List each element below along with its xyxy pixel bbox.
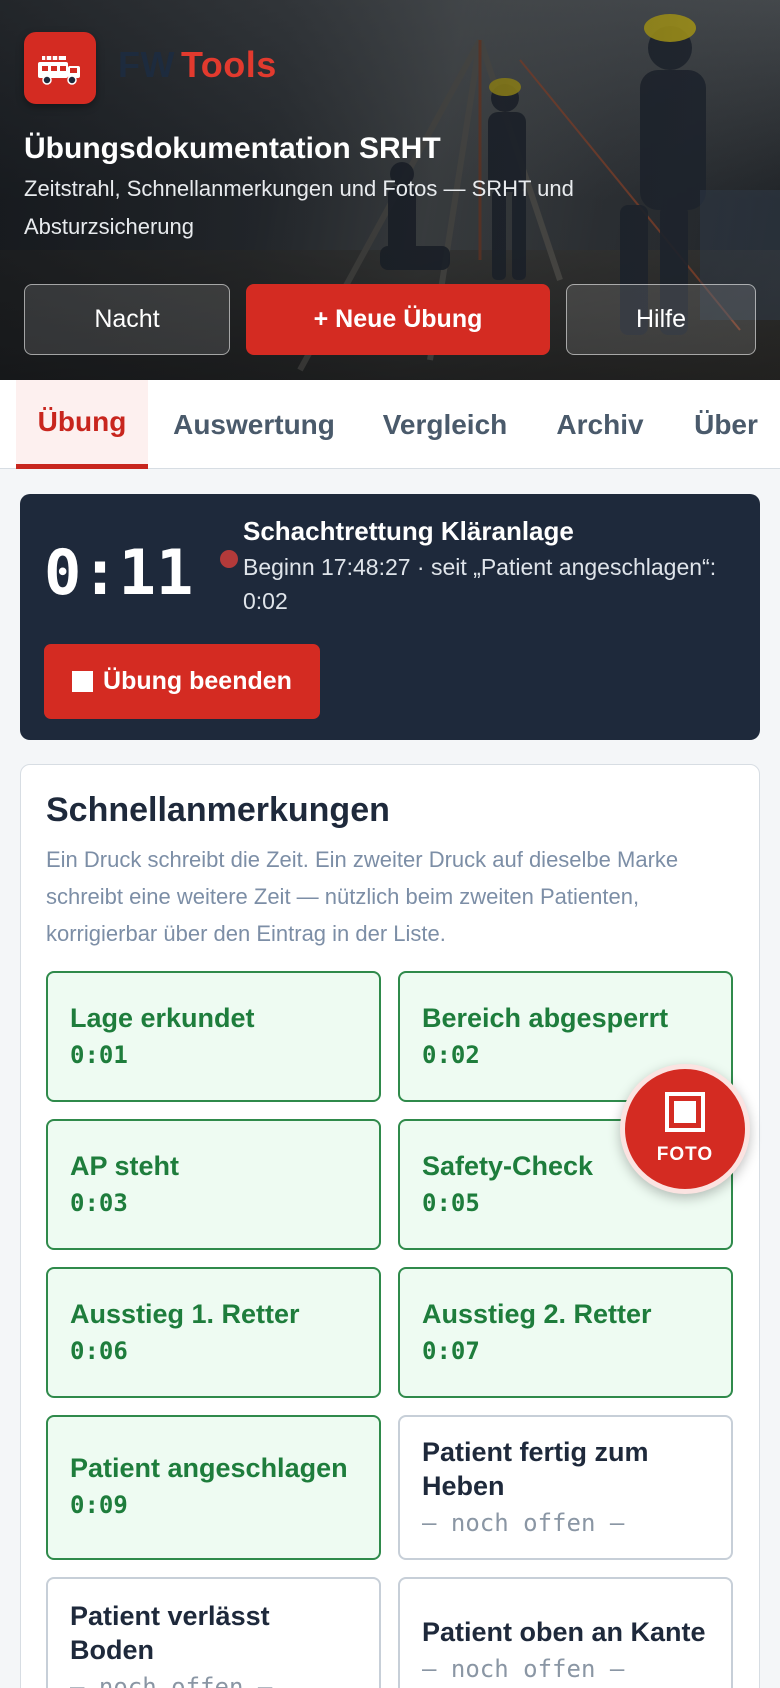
end-exercise-label: Übung beenden xyxy=(103,667,292,695)
quick-note-label: Patient fertig zum Heben xyxy=(422,1437,649,1501)
end-exercise-button[interactable]: Übung beenden xyxy=(44,644,320,719)
page-title: Übungsdokumentation SRHT xyxy=(24,132,441,165)
quick-note-time: 0:01 xyxy=(70,1041,128,1069)
quick-note-time: — noch offen — xyxy=(70,1673,273,1688)
tab-archiv[interactable]: Archiv xyxy=(548,380,652,469)
quick-note-time: — noch offen — xyxy=(422,1655,625,1683)
photo-fab-label: FOTO xyxy=(656,1144,714,1165)
page-subtitle: Zeitstrahl, Schnellanmerkungen und Fotos… xyxy=(24,176,574,239)
quick-note-item[interactable]: Patient angeschlagen 0:09 xyxy=(46,1415,381,1560)
quick-note-item[interactable]: Patient oben an Kante — noch offen — xyxy=(398,1577,733,1688)
stop-icon xyxy=(72,671,94,692)
quick-note-label: Bereich abgesperrt xyxy=(422,1003,669,1033)
hero-banner: FW Tools Übungsdokumentation SRHT Zeitstr… xyxy=(0,0,780,380)
fire-truck-logo-icon[interactable] xyxy=(24,32,96,104)
tab-vergleich[interactable]: Vergleich xyxy=(370,380,520,469)
app-brand: FW Tools xyxy=(118,44,277,86)
elapsed-timer: 0:11 xyxy=(44,536,194,609)
quick-note-item[interactable]: Lage erkundet 0:01 xyxy=(46,971,381,1102)
quick-note-label: Patient angeschlagen xyxy=(70,1453,348,1483)
new-exercise-button[interactable]: + Neue Übung xyxy=(246,284,550,355)
quick-note-label: Ausstieg 2. Retter xyxy=(422,1299,652,1329)
quick-note-label: Patient verlässt Boden xyxy=(70,1601,270,1665)
quick-note-time: 0:09 xyxy=(70,1491,128,1519)
recording-dot-icon xyxy=(220,550,238,568)
quick-note-item[interactable]: Patient fertig zum Heben — noch offen — xyxy=(398,1415,733,1560)
quick-notes-title: Schnellanmerkungen xyxy=(46,791,390,829)
quick-note-time: — noch offen — xyxy=(422,1509,625,1537)
quick-note-item[interactable]: Ausstieg 1. Retter 0:06 xyxy=(46,1267,381,1398)
running-exercise-card: 0:11 Schachtrettung Kläranlage Beginn 17… xyxy=(20,494,760,740)
exercise-name: Schachtrettung Kläranlage xyxy=(243,516,574,546)
quick-note-time: 0:03 xyxy=(70,1189,128,1217)
quick-note-item[interactable]: AP steht 0:03 xyxy=(46,1119,381,1250)
night-mode-button[interactable]: Nacht xyxy=(24,284,230,355)
tab-uebung[interactable]: Übung xyxy=(16,380,148,469)
brand-fw: FW xyxy=(118,44,175,85)
quick-notes-card: Schnellanmerkungen Ein Druck schreibt di… xyxy=(20,764,760,1688)
photo-fab-button[interactable]: FOTO xyxy=(620,1064,750,1194)
quick-notes-description: Ein Druck schreibt die Zeit. Ein zweiter… xyxy=(46,847,679,946)
quick-note-label: Ausstieg 1. Retter xyxy=(70,1299,300,1329)
main-tabs: Übung Auswertung Vergleich Archiv Über xyxy=(0,380,780,469)
tab-ueber[interactable]: Über xyxy=(682,380,770,469)
quick-note-label: Lage erkundet xyxy=(70,1003,255,1033)
quick-note-time: 0:06 xyxy=(70,1337,128,1365)
brand-tools: Tools xyxy=(180,44,277,85)
quick-note-item[interactable]: Patient verlässt Boden — noch offen — xyxy=(46,1577,381,1688)
exercise-meta: Beginn 17:48:27 · seit „Patient angeschl… xyxy=(243,554,717,614)
quick-note-label: Patient oben an Kante xyxy=(422,1617,706,1647)
help-button[interactable]: Hilfe xyxy=(566,284,756,355)
quick-note-item[interactable]: Ausstieg 2. Retter 0:07 xyxy=(398,1267,733,1398)
quick-note-time: 0:07 xyxy=(422,1337,480,1365)
quick-note-label: AP steht xyxy=(70,1151,180,1181)
quick-note-time: 0:05 xyxy=(422,1189,480,1217)
camera-icon xyxy=(665,1092,705,1132)
tab-auswertung[interactable]: Auswertung xyxy=(166,380,342,469)
